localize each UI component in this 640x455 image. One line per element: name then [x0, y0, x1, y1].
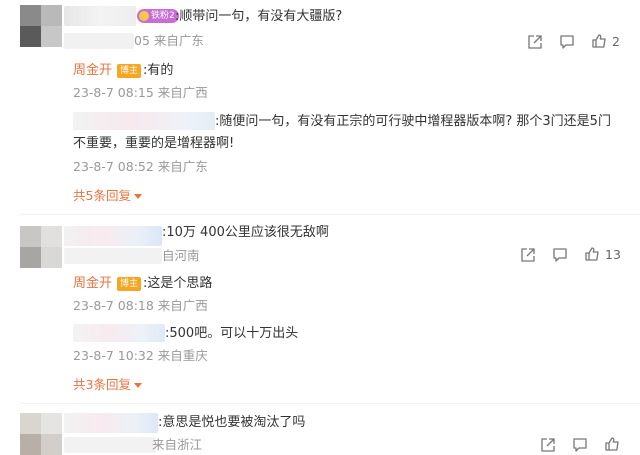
- divider: [20, 214, 640, 215]
- meta-blurred: [64, 437, 156, 453]
- comment-icon[interactable]: [572, 437, 588, 453]
- username-blurred[interactable]: [73, 112, 215, 130]
- username-blurred[interactable]: [64, 226, 162, 246]
- reply-meta: 23-8-7 08:15 来自广西: [73, 85, 208, 100]
- share-icon[interactable]: [540, 437, 556, 453]
- like-icon[interactable]: [584, 246, 600, 262]
- reply-text: :500吧。可以十万出头: [165, 326, 299, 341]
- comment-meta: 05 来自广东: [134, 33, 204, 48]
- username-blurred[interactable]: [64, 413, 158, 433]
- like-icon[interactable]: [591, 33, 607, 49]
- caret-down-icon: [133, 383, 142, 388]
- reply-text: :这是个思路: [143, 276, 213, 291]
- comment-text: :10万 400公里应该很无敌啊: [162, 225, 329, 240]
- avatar[interactable]: [20, 226, 62, 268]
- like-icon[interactable]: [604, 436, 620, 452]
- meta-blurred: [64, 33, 134, 49]
- meta-blurred: [64, 248, 162, 264]
- more-replies-link[interactable]: 共5条回复: [73, 188, 142, 204]
- reply-text: :随便问一句，有没有正宗的可行驶中增程器版本啊? 那个3门还是5门: [215, 114, 611, 129]
- share-icon[interactable]: [520, 247, 536, 263]
- username-blurred[interactable]: [64, 6, 136, 26]
- caret-down-icon: [133, 194, 142, 199]
- share-icon[interactable]: [527, 34, 543, 50]
- blogger-badge: 博主: [117, 277, 142, 291]
- more-replies-link[interactable]: 共3条回复: [73, 377, 142, 393]
- reply-meta: 23-8-7 08:18 来自广西: [73, 298, 208, 313]
- reply-meta: 23-8-7 10:32 来自重庆: [73, 348, 208, 363]
- like-count: 2: [612, 34, 620, 49]
- avatar[interactable]: [20, 5, 62, 47]
- comment-meta: 来自浙江: [152, 437, 203, 452]
- comment-text: :意思是悦也要被淘汰了吗: [158, 415, 306, 430]
- comment-icon[interactable]: [552, 247, 568, 263]
- comment-text: :顺带问一句，有没有大疆版?: [175, 9, 343, 24]
- comment-meta: 自河南: [162, 248, 200, 263]
- blogger-badge: 博主: [117, 64, 142, 78]
- divider: [20, 403, 640, 404]
- reply-text-line2: 不重要，重要的是增程器啊!: [73, 136, 235, 151]
- avatar[interactable]: [20, 413, 62, 455]
- fan-badge-heart-icon: [139, 11, 149, 21]
- reply-meta: 23-8-7 08:52 来自广东: [73, 159, 208, 174]
- reply-text: :有的: [143, 63, 174, 78]
- like-count: 13: [605, 247, 621, 262]
- comment-icon[interactable]: [559, 34, 575, 50]
- reply-author[interactable]: 周金开: [73, 62, 112, 80]
- reply-author[interactable]: 周金开: [73, 275, 112, 293]
- username-blurred[interactable]: [73, 324, 165, 342]
